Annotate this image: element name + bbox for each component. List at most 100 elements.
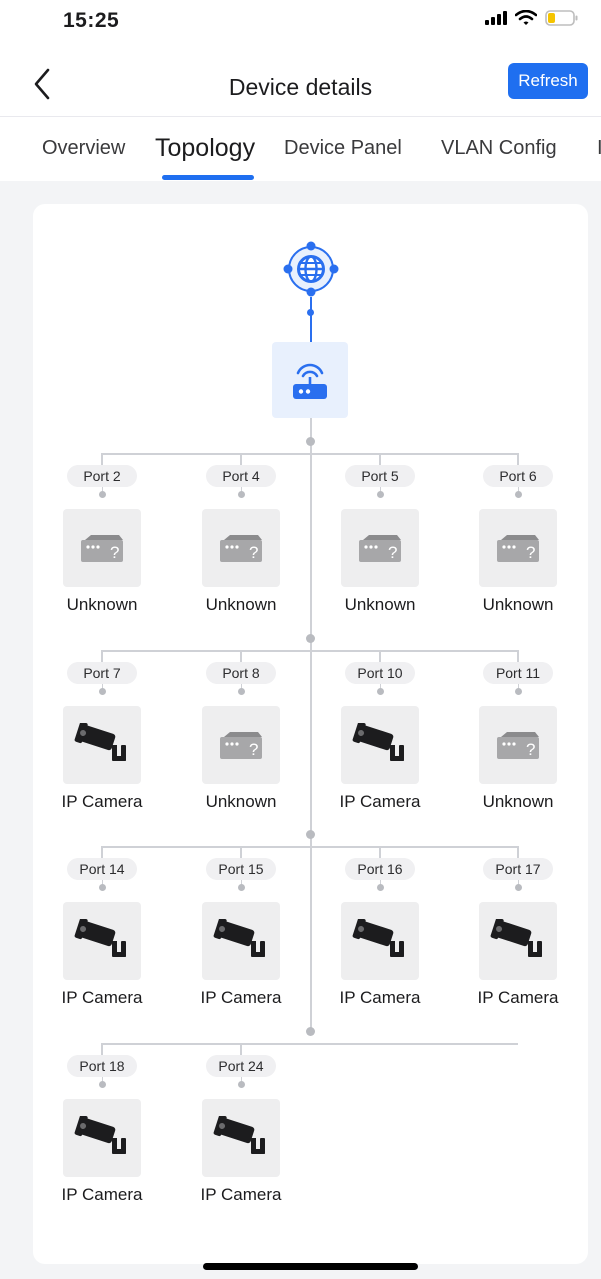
port-dot — [514, 491, 522, 498]
internet-node[interactable] — [283, 241, 339, 297]
ip-camera-node[interactable] — [202, 902, 280, 980]
wifi-icon — [515, 10, 537, 25]
branch-dot — [306, 437, 315, 446]
port-label: Port 11 — [483, 662, 553, 684]
ip-camera-node[interactable] — [63, 706, 141, 784]
unknown-device-node[interactable]: ? — [202, 509, 280, 587]
device-label: IP Camera — [61, 988, 143, 1007]
port-dot — [237, 688, 245, 695]
globe-icon — [283, 241, 339, 297]
camera-icon — [74, 1116, 130, 1160]
port-dot — [376, 491, 384, 498]
unknown-switch-icon: ? — [218, 528, 264, 568]
port-label: Port 4 — [206, 465, 276, 487]
unknown-device-node[interactable]: ? — [479, 509, 557, 587]
device-label: IP Camera — [339, 988, 421, 1007]
port-dot — [514, 688, 522, 695]
branch-bus — [101, 1043, 518, 1045]
port-drop-line — [379, 846, 381, 858]
device-label: Unknown — [66, 595, 138, 614]
device-label: IP Camera — [200, 1185, 282, 1204]
port-drop-line — [517, 453, 519, 465]
svg-text:?: ? — [526, 740, 535, 759]
router-icon — [293, 363, 327, 399]
port-label: Port 5 — [345, 465, 415, 487]
port-label: Port 6 — [483, 465, 553, 487]
port-label: Port 24 — [206, 1055, 276, 1077]
svg-text:?: ? — [526, 543, 535, 562]
ip-camera-node[interactable] — [341, 902, 419, 980]
camera-icon — [490, 919, 546, 963]
status-bar: 15:25 — [0, 0, 601, 44]
topology-spine — [309, 418, 312, 1032]
ip-camera-node[interactable] — [202, 1099, 280, 1177]
tab-vlan-config[interactable]: VLAN Config — [441, 137, 557, 160]
main-device-node[interactable] — [272, 342, 348, 418]
port-drop-line — [101, 846, 103, 858]
unknown-device-node[interactable]: ? — [63, 509, 141, 587]
camera-icon — [74, 723, 130, 767]
tab-device-panel[interactable]: Device Panel — [284, 137, 402, 160]
camera-icon — [213, 1116, 269, 1160]
port-dot — [237, 1081, 245, 1088]
device-label: IP Camera — [477, 988, 559, 1007]
active-tab-indicator — [162, 175, 254, 180]
port-label: Port 15 — [206, 858, 276, 880]
branch-dot — [306, 1027, 315, 1036]
port-drop-line — [240, 1043, 242, 1055]
branch-bus — [101, 650, 518, 652]
ip-camera-node[interactable] — [63, 902, 141, 980]
unknown-switch-icon: ? — [495, 528, 541, 568]
device-label: Unknown — [205, 595, 277, 614]
port-drop-line — [517, 650, 519, 662]
svg-text:?: ? — [110, 543, 119, 562]
unknown-device-node[interactable]: ? — [202, 706, 280, 784]
port-label: Port 2 — [67, 465, 137, 487]
port-label: Port 8 — [206, 662, 276, 684]
ip-camera-node[interactable] — [341, 706, 419, 784]
tab-topology[interactable]: Topology — [155, 134, 255, 163]
port-dot — [376, 688, 384, 695]
unknown-device-node[interactable]: ? — [341, 509, 419, 587]
tab-overview[interactable]: Overview — [42, 137, 125, 160]
navigation-bar: Device details Refresh — [0, 56, 601, 114]
branch-dot — [306, 634, 315, 643]
uplink-dot — [307, 309, 314, 316]
unknown-device-node[interactable]: ? — [479, 706, 557, 784]
port-label: Port 17 — [483, 858, 553, 880]
camera-icon — [213, 919, 269, 963]
status-icons — [485, 10, 579, 26]
port-drop-line — [240, 453, 242, 465]
port-drop-line — [101, 650, 103, 662]
camera-icon — [352, 723, 408, 767]
camera-icon — [352, 919, 408, 963]
unknown-switch-icon: ? — [79, 528, 125, 568]
ip-camera-node[interactable] — [479, 902, 557, 980]
device-label: IP Camera — [200, 988, 282, 1007]
camera-icon — [74, 919, 130, 963]
port-drop-line — [101, 453, 103, 465]
device-label: Unknown — [482, 595, 554, 614]
cellular-signal-icon — [485, 11, 507, 25]
tab-bar: Overview Topology Device Panel VLAN Conf… — [0, 117, 601, 181]
unknown-switch-icon: ? — [495, 725, 541, 765]
refresh-button[interactable]: Refresh — [508, 63, 588, 99]
tab-more[interactable]: I — [597, 137, 601, 160]
device-label: Unknown — [344, 595, 416, 614]
port-dot — [98, 688, 106, 695]
port-drop-line — [240, 650, 242, 662]
port-label: Port 7 — [67, 662, 137, 684]
port-drop-line — [101, 1043, 103, 1055]
svg-text:?: ? — [249, 740, 258, 759]
port-dot — [514, 884, 522, 891]
device-label: Unknown — [205, 792, 277, 811]
uplink-line — [309, 297, 312, 342]
port-drop-line — [379, 650, 381, 662]
port-drop-line — [517, 846, 519, 858]
ip-camera-node[interactable] — [63, 1099, 141, 1177]
port-dot — [237, 884, 245, 891]
battery-icon — [545, 10, 578, 26]
svg-text:?: ? — [388, 543, 397, 562]
port-label: Port 14 — [67, 858, 137, 880]
svg-text:?: ? — [249, 543, 258, 562]
